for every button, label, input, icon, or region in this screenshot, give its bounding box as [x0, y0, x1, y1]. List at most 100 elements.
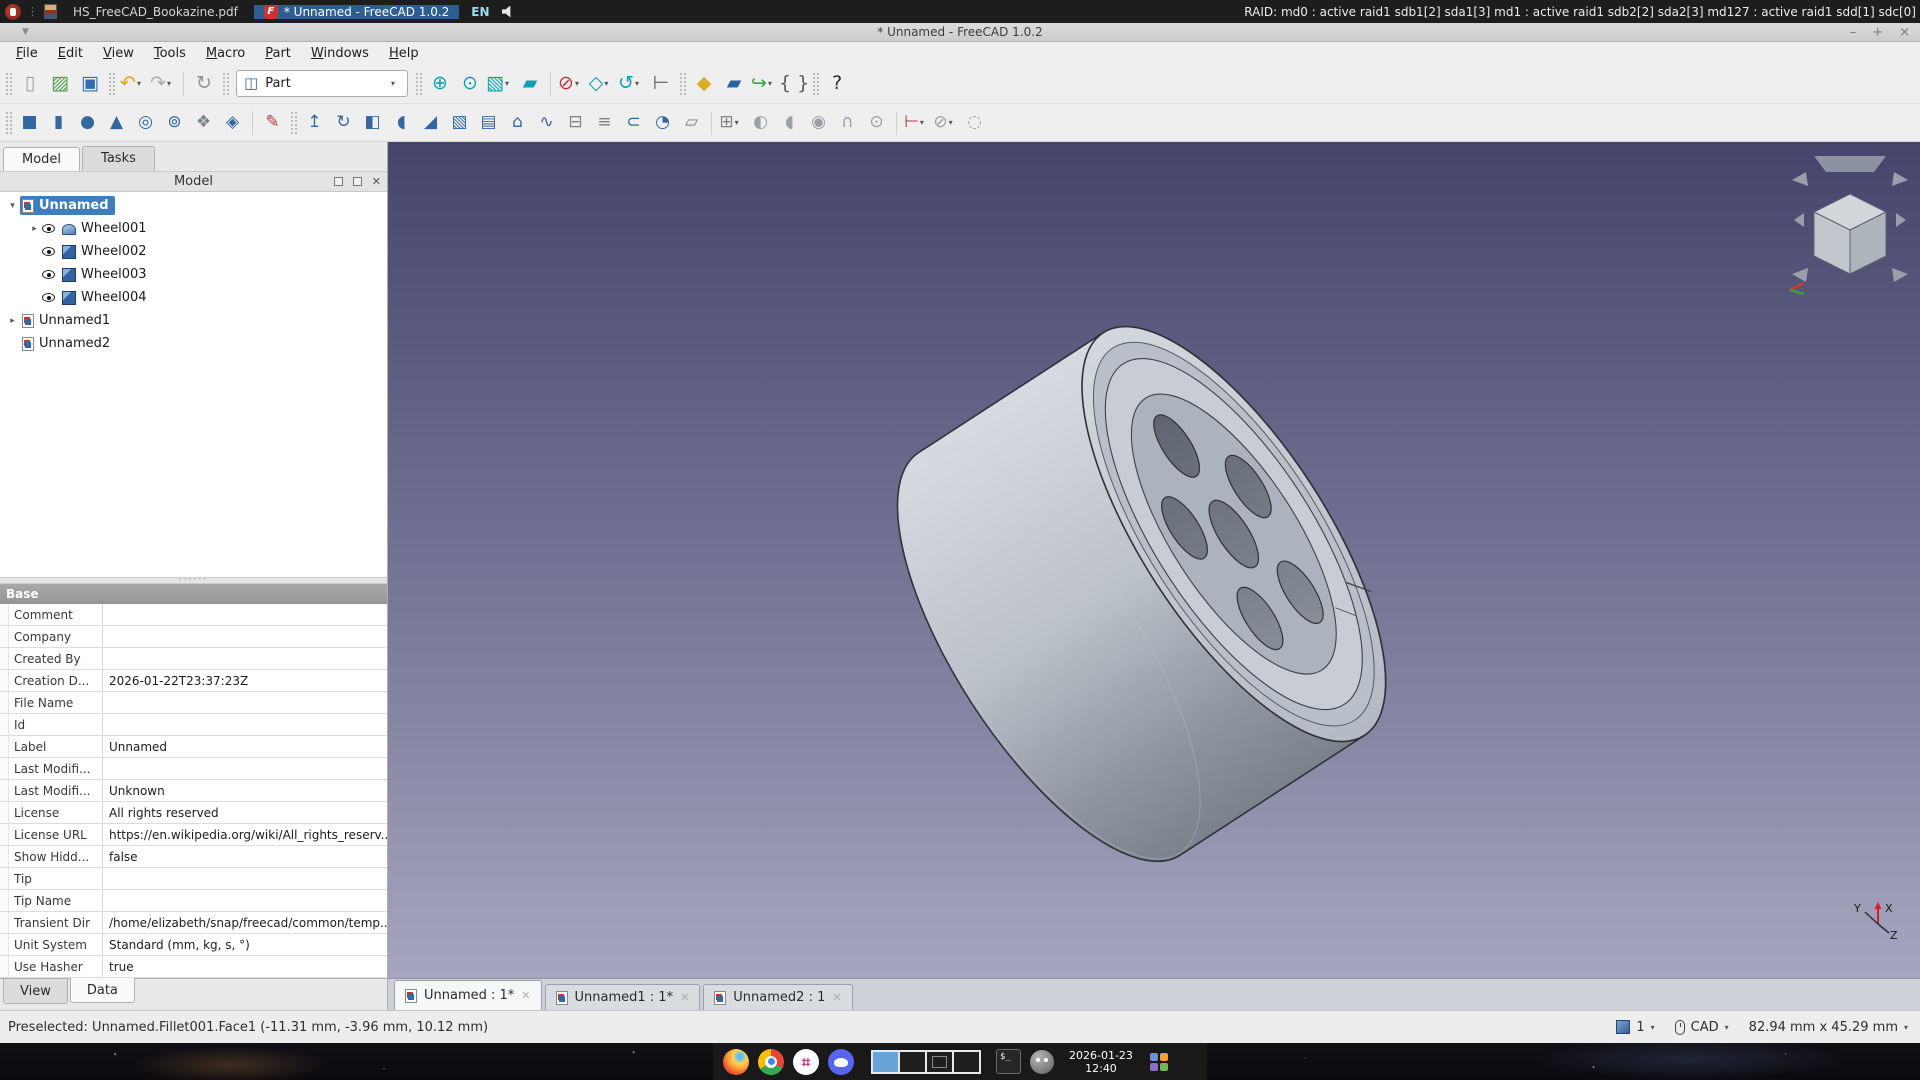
part-cone-button[interactable]: ▲ [102, 109, 131, 137]
dropdown-caret-icon[interactable]: ▾ [137, 79, 146, 88]
viewport-dimensions[interactable]: 82.94 mm x 45.29 mm ▾ [1749, 1020, 1908, 1035]
property-value[interactable]: Standard (mm, kg, s, °) [103, 934, 387, 955]
part-shape-button[interactable]: ◆ [689, 69, 719, 99]
property-value[interactable] [103, 890, 387, 911]
section-button[interactable]: ⊟ [561, 109, 590, 137]
draw-style-button[interactable]: ⊘ ▾ [556, 69, 586, 99]
make-face-button[interactable]: ▧ [445, 109, 474, 137]
property-row-unit-system[interactable]: Unit System Standard (mm, kg, s, °) [0, 934, 387, 956]
union-button[interactable]: ◉ [804, 109, 833, 137]
dropdown-caret-icon[interactable]: ▾ [575, 79, 584, 88]
part-torus-button[interactable]: ◎ [131, 109, 160, 137]
navcube-corner-arrow[interactable] [1792, 268, 1808, 282]
navigation-style-selector[interactable]: CAD ▾ [1675, 1020, 1729, 1035]
visibility-eye-icon[interactable] [42, 293, 55, 302]
compound-tools-button[interactable]: ⊞ ▾ [717, 109, 746, 137]
dropdown-caret-icon[interactable]: ▾ [1725, 1023, 1729, 1032]
property-row-last-modified-date[interactable]: Last Modifi... Unknown [0, 780, 387, 802]
fit-all-button[interactable]: ⊕ [425, 69, 455, 99]
property-row-tip[interactable]: Tip [0, 868, 387, 890]
navigation-cube[interactable] [1790, 156, 1908, 294]
property-value[interactable]: /home/elizabeth/snap/freecad/common/temp… [103, 912, 387, 933]
property-group-header[interactable]: Base [0, 584, 387, 604]
property-value[interactable] [103, 758, 387, 779]
tab-view[interactable]: View [3, 979, 68, 1004]
panel-collapse-icon[interactable]: ▼ [22, 27, 29, 37]
property-value[interactable]: https://en.wikipedia.org/wiki/All_rights… [103, 824, 387, 845]
property-value[interactable] [103, 648, 387, 669]
navcube-top-arrow[interactable] [1814, 156, 1886, 172]
expression-button[interactable]: { } [779, 69, 809, 99]
offset-button[interactable]: ⊂ [619, 109, 648, 137]
extrude-button[interactable]: ↥ [300, 109, 329, 137]
dropdown-caret-icon[interactable]: ▾ [1904, 1023, 1908, 1032]
tree-expander-icon[interactable]: ▸ [27, 224, 42, 234]
property-row-license-url[interactable]: License URL https://en.wikipedia.org/wik… [0, 824, 387, 846]
check-geometry-button[interactable]: ⊙ [862, 109, 891, 137]
navcube-right-arrow[interactable] [1896, 213, 1906, 227]
property-row-company[interactable]: Company [0, 626, 387, 648]
panel-restore-icon[interactable] [334, 177, 343, 186]
menu-file[interactable]: File [6, 44, 48, 63]
keyboard-layout-indicator[interactable]: EN [465, 5, 495, 19]
tree-item-wheel002[interactable]: Wheel002 [0, 240, 387, 263]
panel-app-button[interactable] [5, 4, 21, 20]
close-tab-icon[interactable]: ✕ [832, 991, 841, 1004]
volume-icon[interactable] [502, 6, 515, 18]
menu-part[interactable]: Part [255, 44, 301, 63]
menu-help[interactable]: Help [379, 44, 429, 63]
3d-scene[interactable]: X Y Z [388, 142, 1920, 978]
property-value[interactable] [103, 714, 387, 735]
property-row-transient-dir[interactable]: Transient Dir /home/elizabeth/snap/freec… [0, 912, 387, 934]
tree-expander-icon[interactable]: ▸ [5, 316, 20, 326]
window-tab-freecad[interactable]: F * Unnamed - FreeCAD 1.0.2 [254, 5, 459, 19]
panel-close-icon[interactable]: ✕ [372, 175, 381, 188]
property-row-label[interactable]: Label Unnamed [0, 736, 387, 758]
workspace-1[interactable] [871, 1050, 900, 1074]
property-row-license[interactable]: License All rights reserved [0, 802, 387, 824]
property-value[interactable] [103, 692, 387, 713]
save-document-button[interactable]: ▣ [75, 69, 105, 99]
navcube-corner-arrow[interactable] [1892, 268, 1908, 282]
navcube-corner-arrow[interactable] [1892, 172, 1908, 186]
open-document-button[interactable]: ▨ [45, 69, 75, 99]
view-cube-button[interactable]: ◇ ▾ [586, 69, 616, 99]
document-tab-unnamed[interactable]: Unnamed : 1* ✕ [394, 980, 542, 1010]
property-value[interactable]: Unnamed [103, 736, 387, 757]
part-cylinder-button[interactable]: ▮ [44, 109, 73, 137]
part-box-button[interactable]: ■ [15, 109, 44, 137]
property-value[interactable] [103, 604, 387, 625]
wheel-model[interactable] [841, 283, 1441, 906]
minimize-button[interactable]: – [1850, 25, 1857, 40]
workspace-4[interactable] [952, 1050, 981, 1074]
property-row-file-name[interactable]: File Name [0, 692, 387, 714]
dropdown-caret-icon[interactable]: ▾ [735, 118, 744, 127]
new-document-button[interactable]: ▯ [15, 69, 45, 99]
property-value[interactable]: All rights reserved [103, 802, 387, 823]
measure-linear-button[interactable]: ⊢ ▾ [902, 109, 931, 137]
clock[interactable]: 2026-01-23 12:40 [1069, 1049, 1133, 1075]
revolve-button[interactable]: ↻ [329, 109, 358, 137]
dropdown-caret-icon[interactable]: ▾ [920, 118, 929, 127]
ruled-surface-button[interactable]: ▤ [474, 109, 503, 137]
sync-view-button[interactable]: ▰ [515, 69, 545, 99]
shape-builder-button[interactable]: ◈ [218, 109, 247, 137]
visibility-eye-icon[interactable] [42, 224, 55, 233]
property-row-comment[interactable]: Comment [0, 604, 387, 626]
property-row-show-hidden[interactable]: Show Hidd... false [0, 846, 387, 868]
navcube-left-arrow[interactable] [1794, 213, 1804, 227]
fit-selection-button[interactable]: ⊙ [455, 69, 485, 99]
panel-splitter[interactable]: ······ [0, 577, 387, 584]
menu-macro[interactable]: Macro [196, 44, 255, 63]
document-tab-unnamed2[interactable]: Unnamed2 : 1 ✕ [703, 984, 852, 1010]
menu-tools[interactable]: Tools [144, 44, 196, 63]
property-row-created-by[interactable]: Created By [0, 648, 387, 670]
rotate-view-button[interactable]: ↺ ▾ [616, 69, 646, 99]
whats-this-button[interactable]: ? [822, 69, 852, 99]
sweep-button[interactable]: ∿ [532, 109, 561, 137]
close-tab-icon[interactable]: ✕ [680, 991, 689, 1004]
thickness-button[interactable]: ◔ [648, 109, 677, 137]
navcube-corner-arrow[interactable] [1792, 172, 1808, 186]
part-tube-button[interactable]: ⊚ [160, 109, 189, 137]
menu-view[interactable]: View [93, 44, 144, 63]
